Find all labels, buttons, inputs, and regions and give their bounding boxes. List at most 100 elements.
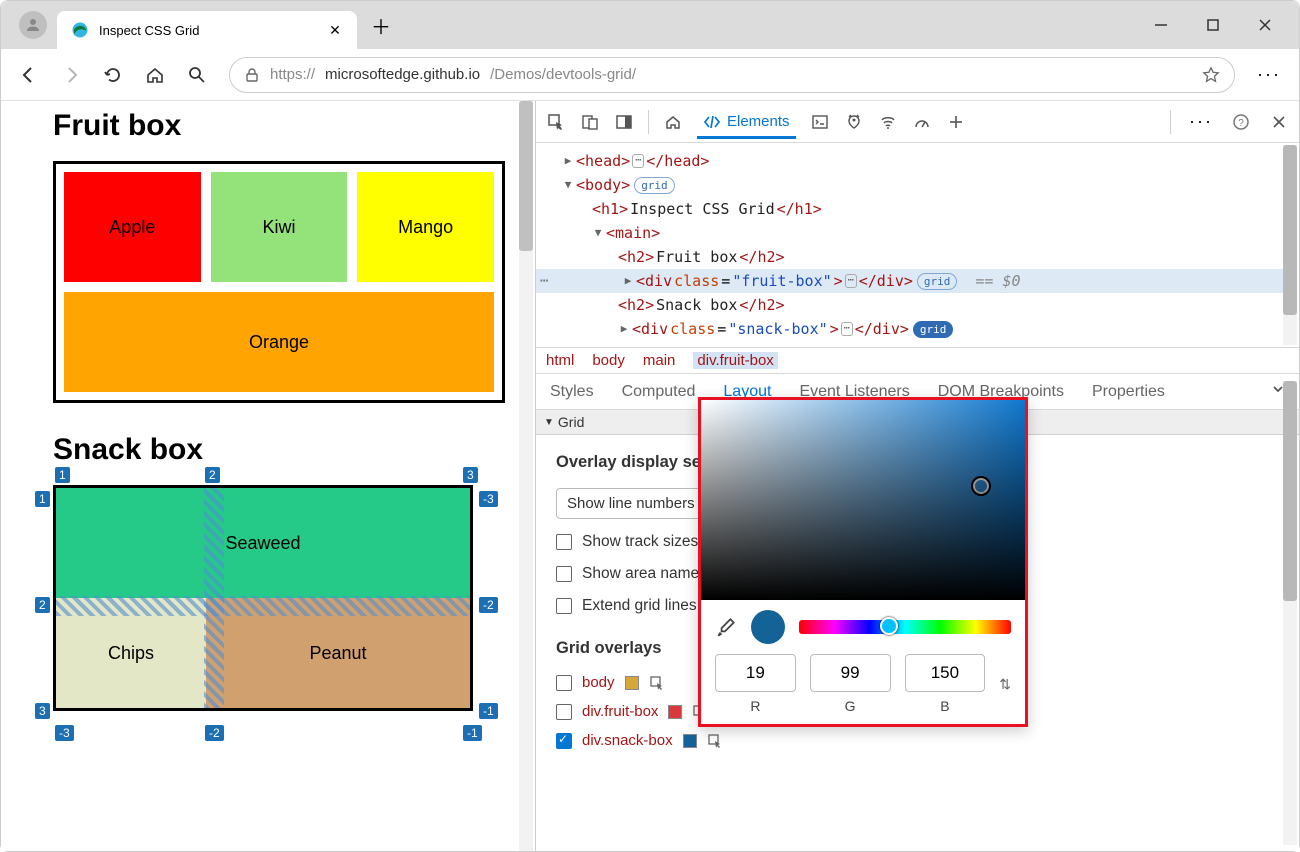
grid-line-num: -2 xyxy=(205,725,224,741)
minimize-icon[interactable] xyxy=(1147,11,1175,39)
color-b-input[interactable] xyxy=(905,654,986,692)
edge-icon xyxy=(71,21,89,39)
grid-line-num: -3 xyxy=(55,725,74,741)
device-icon[interactable] xyxy=(580,112,600,132)
grid-line-num: -2 xyxy=(479,597,498,613)
layout-scrollbar[interactable] xyxy=(1283,381,1297,845)
cell-seaweed: Seaweed xyxy=(56,488,470,598)
devtools-close-icon[interactable] xyxy=(1269,112,1289,132)
overlay-fruit-swatch[interactable] xyxy=(668,705,682,719)
extend-lines-checkbox[interactable] xyxy=(556,598,572,614)
grid-gap-horizontal xyxy=(56,596,470,616)
new-tab-button[interactable]: ＋ xyxy=(365,9,397,41)
cell-orange: Orange xyxy=(64,292,494,392)
tab-styles[interactable]: Styles xyxy=(550,383,594,401)
tab-computed[interactable]: Computed xyxy=(622,383,696,401)
crumb-current[interactable]: div.fruit-box xyxy=(693,352,777,369)
lock-icon xyxy=(244,67,260,83)
forward-icon[interactable] xyxy=(61,65,81,85)
reveal-icon[interactable] xyxy=(649,675,665,691)
elements-tab-label: Elements xyxy=(727,113,790,130)
elements-tab[interactable]: Elements xyxy=(697,105,796,139)
window-titlebar: Inspect CSS Grid ✕ ＋ xyxy=(1,1,1299,49)
grid-badge-active[interactable]: grid xyxy=(913,321,954,338)
welcome-home-icon[interactable] xyxy=(663,112,683,132)
close-window-icon[interactable] xyxy=(1251,11,1279,39)
dom-tree[interactable]: ▶<head>⋯</head> ▼<body> grid <h1>Inspect… xyxy=(536,143,1299,347)
dom-breadcrumb[interactable]: html body main div.fruit-box xyxy=(536,347,1299,374)
overlay-body-checkbox[interactable] xyxy=(556,675,572,691)
tab-title: Inspect CSS Grid xyxy=(99,23,317,38)
color-field[interactable] xyxy=(701,400,1025,600)
inspect-icon[interactable] xyxy=(546,112,566,132)
grid-line-num: -1 xyxy=(479,703,498,719)
page-viewport: Fruit box Apple Kiwi Mango Orange Snack … xyxy=(1,101,536,851)
search-icon[interactable] xyxy=(187,65,207,85)
favorite-icon[interactable] xyxy=(1202,66,1220,84)
overlay-body-swatch[interactable] xyxy=(625,676,639,690)
grid-line-num: 2 xyxy=(35,597,50,613)
elements-tab-icon xyxy=(703,113,721,131)
devtools-panel: Elements ··· ? ▶<head>⋯</head> ▼<body> g… xyxy=(536,101,1299,851)
browser-menu-icon[interactable]: ··· xyxy=(1257,64,1281,85)
tab-close-icon[interactable]: ✕ xyxy=(327,22,343,38)
back-icon[interactable] xyxy=(19,65,39,85)
devtools-toolbar: Elements ··· ? xyxy=(536,101,1299,143)
console-icon[interactable] xyxy=(810,112,830,132)
snack-box-wrap: Seaweed Chips Peanut 1 2 3 1 2 3 -3 -2 -… xyxy=(53,485,505,711)
help-icon[interactable]: ? xyxy=(1231,112,1251,132)
crumb-body[interactable]: body xyxy=(592,352,625,369)
url-protocol: https:// xyxy=(270,66,315,83)
line-numbers-select[interactable]: Show line numbers xyxy=(556,488,716,519)
tab-properties[interactable]: Properties xyxy=(1092,383,1165,401)
snack-box-heading: Snack box xyxy=(53,433,505,467)
hue-slider[interactable] xyxy=(799,620,1011,634)
dock-icon[interactable] xyxy=(614,112,634,132)
color-format-toggle[interactable]: ⇅ xyxy=(999,676,1011,693)
reveal-icon[interactable] xyxy=(707,733,723,749)
performance-icon[interactable] xyxy=(912,112,932,132)
more-tabs-icon[interactable] xyxy=(946,112,966,132)
grid-line-num: 3 xyxy=(463,467,478,483)
overlay-fruit-checkbox[interactable] xyxy=(556,704,572,720)
dom-scrollbar[interactable] xyxy=(1283,145,1297,345)
dom-selected-row[interactable]: ⋯ ▶<div class="fruit-box">⋯</div> grid==… xyxy=(536,269,1289,293)
area-names-checkbox[interactable] xyxy=(556,566,572,582)
sources-icon[interactable] xyxy=(844,112,864,132)
color-field-cursor[interactable] xyxy=(973,478,989,494)
color-picker-popup: R G B ⇅ xyxy=(698,397,1028,727)
devtools-menu-icon[interactable]: ··· xyxy=(1189,111,1213,132)
overlay-row-snack: div.snack-box xyxy=(556,732,1279,749)
url-host: microsoftedge.github.io xyxy=(325,66,480,83)
maximize-icon[interactable] xyxy=(1199,11,1227,39)
page-scrollbar[interactable] xyxy=(519,101,533,851)
eyedropper-icon[interactable] xyxy=(715,616,737,638)
overlay-snack-swatch[interactable] xyxy=(683,734,697,748)
svg-text:?: ? xyxy=(1238,118,1244,129)
fruit-box-heading: Fruit box xyxy=(53,109,505,143)
picker-current-swatch xyxy=(751,610,785,644)
profile-avatar[interactable] xyxy=(19,11,47,39)
browser-tab[interactable]: Inspect CSS Grid ✕ xyxy=(57,11,357,49)
address-bar[interactable]: https:// microsoftedge.github.io/Demos/de… xyxy=(229,57,1235,93)
reload-icon[interactable] xyxy=(103,65,123,85)
grid-line-num: 1 xyxy=(55,467,70,483)
grid-badge[interactable]: grid xyxy=(917,273,958,290)
home-icon[interactable] xyxy=(145,65,165,85)
grid-line-num: 1 xyxy=(35,491,50,507)
crumb-main[interactable]: main xyxy=(643,352,676,369)
network-icon[interactable] xyxy=(878,112,898,132)
color-r-input[interactable] xyxy=(715,654,796,692)
grid-line-num: 2 xyxy=(205,467,220,483)
snack-box-grid: Seaweed Chips Peanut xyxy=(53,485,473,711)
track-sizes-checkbox[interactable] xyxy=(556,534,572,550)
color-g-input[interactable] xyxy=(810,654,891,692)
overlay-snack-checkbox[interactable] xyxy=(556,733,572,749)
grid-line-num: -3 xyxy=(479,491,498,507)
fruit-box-grid: Apple Kiwi Mango Orange xyxy=(53,161,505,403)
browser-navbar: https:// microsoftedge.github.io/Demos/de… xyxy=(1,49,1299,101)
crumb-html[interactable]: html xyxy=(546,352,574,369)
cell-kiwi: Kiwi xyxy=(211,172,348,282)
url-path: /Demos/devtools-grid/ xyxy=(490,66,636,83)
grid-badge[interactable]: grid xyxy=(634,177,675,194)
